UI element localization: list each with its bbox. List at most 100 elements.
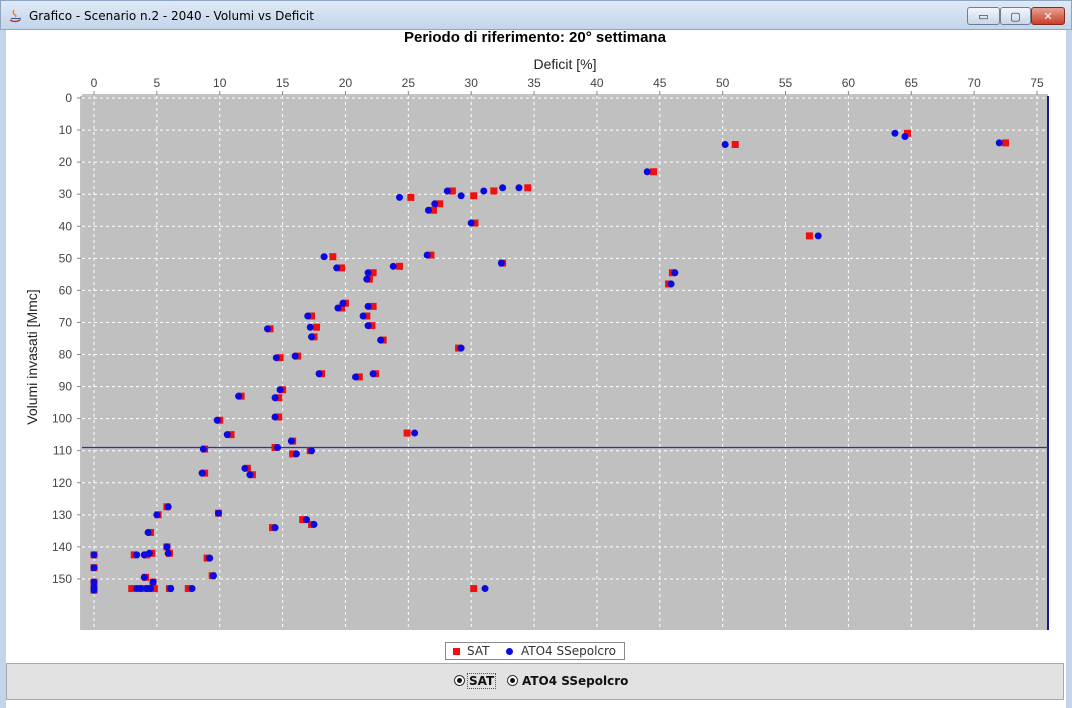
y-tick-label: 150 bbox=[52, 572, 72, 586]
ato-point bbox=[369, 370, 377, 378]
ato-point bbox=[320, 253, 328, 261]
y-tick-label: 130 bbox=[52, 508, 72, 522]
y-tick-label: 60 bbox=[59, 283, 73, 297]
plot-area bbox=[82, 96, 1048, 630]
window-titlebar: Grafico - Scenario n.2 - 2040 - Volumi v… bbox=[0, 0, 1072, 30]
ato-point bbox=[209, 572, 217, 580]
close-icon: ✕ bbox=[1043, 9, 1053, 23]
ato-point bbox=[287, 437, 295, 445]
y-tick-label: 50 bbox=[59, 251, 73, 265]
y-tick-label: 140 bbox=[52, 540, 72, 554]
ato-point bbox=[164, 549, 172, 557]
ato-point bbox=[308, 447, 316, 455]
x-tick-label: 30 bbox=[465, 76, 479, 90]
legend-square-icon bbox=[453, 648, 460, 655]
ato-point bbox=[377, 336, 385, 344]
x-tick-label: 5 bbox=[154, 76, 161, 90]
ato-point bbox=[164, 503, 172, 511]
ato-point bbox=[467, 219, 475, 227]
ato-point bbox=[310, 520, 318, 528]
ato-point bbox=[133, 551, 141, 559]
ato-point bbox=[214, 509, 222, 517]
chart-legend: SAT ATO4 SSepolcro bbox=[445, 642, 625, 660]
ato-point bbox=[443, 187, 451, 195]
ato-point bbox=[271, 413, 279, 421]
ato-point bbox=[901, 132, 909, 140]
radio-label-ato[interactable]: ATO4 SSepolcro bbox=[522, 674, 628, 688]
ato-point bbox=[90, 551, 98, 559]
ato-point bbox=[306, 323, 314, 331]
ato-point bbox=[90, 564, 98, 572]
series-selector-panel: SAT ATO4 SSepolcro bbox=[6, 663, 1064, 700]
ato-point bbox=[90, 586, 98, 594]
ato-point bbox=[671, 269, 679, 277]
ato-point bbox=[241, 464, 249, 472]
x-tick-label: 40 bbox=[590, 76, 604, 90]
y-tick-label: 120 bbox=[52, 476, 72, 490]
y-tick-label: 30 bbox=[59, 187, 73, 201]
ato-point bbox=[199, 445, 207, 453]
ato-point bbox=[137, 585, 145, 593]
ato-point bbox=[497, 259, 505, 267]
ato-point bbox=[481, 585, 489, 593]
scatter-chart: Periodo di riferimento: 20° settimana De… bbox=[24, 30, 1049, 630]
sat-point bbox=[407, 193, 415, 201]
y-tick-label: 80 bbox=[59, 348, 73, 362]
ato-point bbox=[163, 543, 171, 551]
ato-point bbox=[149, 578, 157, 586]
ato-point bbox=[304, 312, 312, 320]
sat-point bbox=[731, 140, 739, 148]
ato-point bbox=[364, 322, 372, 330]
ato-point bbox=[213, 416, 221, 424]
ato-point bbox=[147, 585, 155, 593]
y-tick-label: 20 bbox=[59, 155, 73, 169]
ato-point bbox=[424, 206, 432, 214]
ato-point bbox=[276, 386, 284, 394]
ato-point bbox=[363, 275, 371, 283]
radio-ato[interactable] bbox=[507, 675, 518, 686]
ato-point bbox=[396, 193, 404, 201]
sat-point bbox=[650, 168, 658, 176]
sat-point bbox=[396, 262, 404, 270]
ato-point bbox=[140, 573, 148, 581]
sat-point bbox=[524, 184, 532, 192]
legend-label-ato: ATO4 SSepolcro bbox=[521, 644, 617, 658]
x-tick-label: 75 bbox=[1030, 76, 1044, 90]
ato-point bbox=[264, 325, 272, 333]
y-axis-label: Volumi invasati [Mmc] bbox=[24, 289, 40, 424]
y-tick-label: 70 bbox=[59, 315, 73, 329]
x-axis-label: Deficit [%] bbox=[533, 56, 596, 72]
close-button[interactable]: ✕ bbox=[1031, 7, 1065, 25]
ato-point bbox=[667, 280, 675, 288]
y-tick-label: 90 bbox=[59, 380, 73, 394]
ato-point bbox=[271, 524, 279, 532]
maximize-button[interactable]: ▢ bbox=[1000, 7, 1031, 25]
sat-point bbox=[470, 585, 478, 593]
x-tick-label: 0 bbox=[91, 76, 98, 90]
ato-point bbox=[431, 200, 439, 208]
sat-point bbox=[470, 192, 478, 200]
x-tick-label: 10 bbox=[213, 76, 227, 90]
ato-point bbox=[891, 129, 899, 137]
window-frame-right bbox=[1066, 30, 1072, 708]
x-tick-label: 70 bbox=[967, 76, 981, 90]
radio-label-sat[interactable]: SAT bbox=[466, 673, 497, 689]
minimize-button[interactable]: ▭ bbox=[967, 7, 1000, 25]
ato-point bbox=[643, 168, 651, 176]
ato-point bbox=[223, 431, 231, 439]
x-tick-label: 65 bbox=[905, 76, 919, 90]
y-tick-label: 110 bbox=[53, 444, 72, 458]
radio-sat[interactable] bbox=[454, 675, 465, 686]
x-tick-label: 15 bbox=[276, 76, 290, 90]
ato-point bbox=[292, 450, 300, 458]
ato-point bbox=[721, 140, 729, 148]
ato-point bbox=[145, 549, 153, 557]
x-tick-label: 55 bbox=[779, 76, 793, 90]
ato-point bbox=[352, 373, 360, 381]
y-tick-label: 40 bbox=[59, 219, 73, 233]
ato-point bbox=[333, 264, 341, 272]
ato-point bbox=[167, 585, 175, 593]
ato-point bbox=[364, 269, 372, 277]
ato-point bbox=[499, 184, 507, 192]
ato-point bbox=[814, 232, 822, 240]
